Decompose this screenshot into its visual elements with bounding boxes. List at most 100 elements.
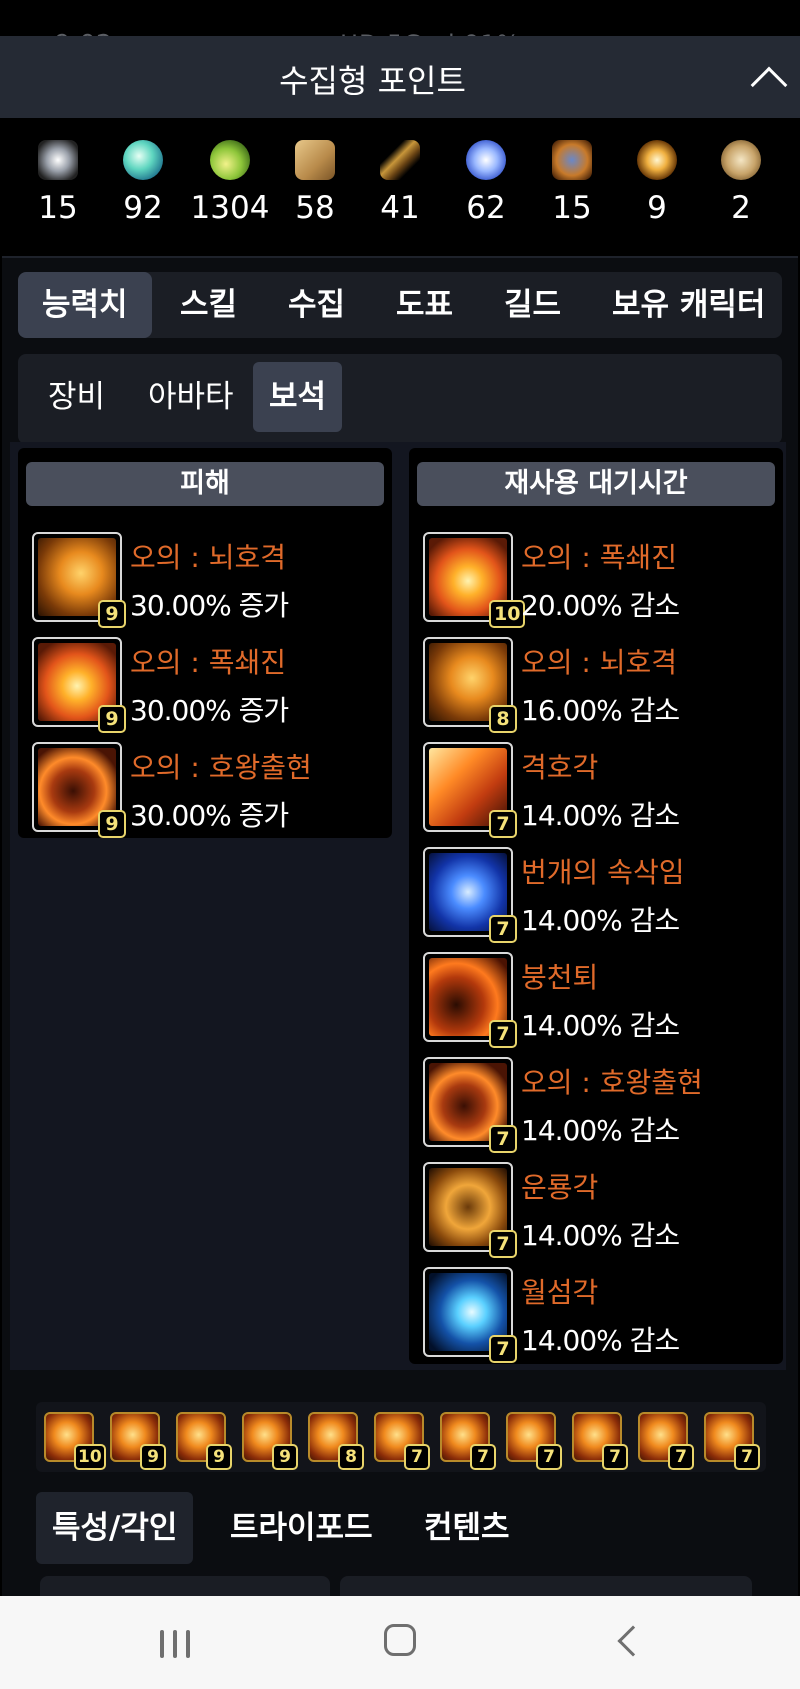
point-mokoko-seed[interactable]: 1304: [187, 140, 273, 226]
point-value: 58: [295, 190, 335, 226]
subtab-avatar[interactable]: 아바타: [148, 362, 234, 432]
gem-effect: 30.00% 증가: [130, 799, 289, 832]
gem-strip: 10 9 9 9 8 7 7 7 7 7 7: [36, 1402, 766, 1472]
strip-gem[interactable]: 9: [110, 1412, 166, 1470]
gem-item[interactable]: 7 격호각 14.00% 감소: [423, 742, 783, 842]
gem-item[interactable]: 7 번개의 속삭임 14.00% 감소: [423, 847, 783, 947]
gem-level-badge: 7: [470, 1444, 496, 1470]
heart-icon: [38, 140, 78, 180]
gem-effect: 20.00% 감소: [521, 589, 680, 622]
subtab-equipment[interactable]: 장비: [48, 362, 105, 432]
gem-item[interactable]: 7 오의 : 호왕출현 14.00% 감소: [423, 1057, 783, 1157]
gem-item[interactable]: 8 오의 : 뇌호격 16.00% 감소: [423, 637, 783, 737]
system-nav-bar: [0, 1596, 800, 1689]
gem-level-badge: 7: [489, 1125, 517, 1153]
strip-gem[interactable]: 7: [638, 1412, 694, 1470]
gem-level-badge: 7: [489, 915, 517, 943]
status-bar: 9:02 HD 5G .ıl 91%▮: [0, 0, 800, 60]
strip-gem[interactable]: 7: [374, 1412, 430, 1470]
point-star[interactable]: 9: [614, 140, 700, 226]
gem-skill-name: 격호각: [521, 751, 599, 784]
gem-level-badge: 7: [602, 1444, 628, 1470]
leaf-icon: [466, 140, 506, 180]
strip-gem[interactable]: 7: [440, 1412, 496, 1470]
gem-item[interactable]: 9 오의 : 폭쇄진 30.00% 증가: [32, 637, 392, 737]
strip-gem[interactable]: 7: [572, 1412, 628, 1470]
point-heart[interactable]: 15: [15, 140, 101, 226]
point-value: 62: [466, 190, 506, 226]
gem-effect: 30.00% 증가: [130, 694, 289, 727]
strip-gem[interactable]: 7: [506, 1412, 562, 1470]
gem-item[interactable]: 7 월섬각 14.00% 감소: [423, 1267, 783, 1367]
strip-gem[interactable]: 9: [242, 1412, 298, 1470]
subtab-gems[interactable]: 보석: [253, 362, 343, 432]
card-stub: [40, 1576, 330, 1596]
tab-collection[interactable]: 수집: [288, 272, 345, 338]
point-map[interactable]: 58: [272, 140, 358, 226]
gem-skill-name: 오의 : 호왕출현: [130, 751, 312, 784]
point-value: 15: [38, 190, 78, 226]
strip-gem[interactable]: 7: [704, 1412, 760, 1470]
tab-contents[interactable]: 컨텐츠: [424, 1492, 510, 1564]
gem-level-badge: 7: [489, 810, 517, 838]
gem-level-badge: 9: [140, 1444, 166, 1470]
tab-chart[interactable]: 도표: [396, 272, 453, 338]
gem-level-badge: 7: [489, 1230, 517, 1258]
back-icon[interactable]: [617, 1625, 649, 1657]
gem-effect: 14.00% 감소: [521, 1114, 680, 1147]
map-scroll-icon: [295, 140, 335, 180]
point-value: 2: [731, 190, 751, 226]
tab-engravings[interactable]: 특성/각인: [36, 1492, 194, 1564]
gem-skill-name: 오의 : 뇌호격: [130, 541, 287, 574]
chevron-up-icon[interactable]: [750, 66, 788, 104]
point-island-orb[interactable]: 92: [100, 140, 186, 226]
telescope-icon: [380, 140, 420, 180]
gem-level-badge: 7: [489, 1020, 517, 1048]
gem-level-badge: 8: [489, 705, 517, 733]
gem-level-badge: 7: [404, 1444, 430, 1470]
point-telescope[interactable]: 41: [357, 140, 443, 226]
gem-level-badge: 9: [98, 600, 126, 628]
strip-gem[interactable]: 8: [308, 1412, 364, 1470]
gem-effect: 14.00% 감소: [521, 1219, 680, 1252]
page-title: 수집형 포인트: [279, 62, 466, 100]
gem-item[interactable]: 9 오의 : 뇌호격 30.00% 증가: [32, 532, 392, 632]
point-value: 9: [647, 190, 667, 226]
collect-points-header[interactable]: 수집형 포인트: [0, 36, 800, 118]
strip-gem[interactable]: 10: [44, 1412, 106, 1470]
gem-item[interactable]: 7 운룡각 14.00% 감소: [423, 1162, 783, 1262]
tab-stats[interactable]: 능력치: [18, 272, 152, 338]
gem-effect: 16.00% 감소: [521, 694, 680, 727]
tab-characters[interactable]: 보유 캐릭터: [612, 272, 765, 338]
point-coin[interactable]: 2: [698, 140, 784, 226]
gem-level-badge: 7: [536, 1444, 562, 1470]
cooldown-header: 재사용 대기시간: [417, 462, 775, 506]
collect-points-row: 15 92 1304 58 41 62 15 9 2: [0, 118, 800, 258]
gem-skill-name: 운룡각: [521, 1171, 599, 1204]
strip-gem[interactable]: 9: [176, 1412, 232, 1470]
gem-item[interactable]: 9 오의 : 호왕출현 30.00% 증가: [32, 742, 392, 842]
tab-guild[interactable]: 길드: [504, 272, 561, 338]
star-icon: [637, 140, 677, 180]
gem-skill-name: 오의 : 호왕출현: [521, 1066, 703, 1099]
point-value: 1304: [190, 190, 270, 226]
bottom-tabs: 특성/각인 트라이포드 컨텐츠: [36, 1492, 766, 1564]
gem-effect: 30.00% 증가: [130, 589, 289, 622]
tab-tripods[interactable]: 트라이포드: [230, 1492, 373, 1564]
gem-skill-name: 월섬각: [521, 1276, 599, 1309]
recent-apps-icon[interactable]: [160, 1630, 192, 1658]
home-icon[interactable]: [384, 1624, 416, 1656]
gem-level-badge: 7: [489, 1335, 517, 1363]
damage-column: 피해 9 오의 : 뇌호격 30.00% 증가 9 오의 : 폭쇄진 30.00…: [18, 448, 392, 838]
gem-level-badge: 9: [206, 1444, 232, 1470]
gem-level-badge: 7: [734, 1444, 760, 1470]
tab-skills[interactable]: 스킬: [180, 272, 237, 338]
gem-item[interactable]: 10 오의 : 폭쇄진 20.00% 감소: [423, 532, 783, 632]
coin-icon: [721, 140, 761, 180]
mokoko-seed-icon: [210, 140, 250, 180]
gem-skill-name: 오의 : 폭쇄진: [521, 541, 678, 574]
point-leaf[interactable]: 62: [443, 140, 529, 226]
point-value: 15: [552, 190, 592, 226]
point-crest[interactable]: 15: [529, 140, 615, 226]
gem-item[interactable]: 7 붕천퇴 14.00% 감소: [423, 952, 783, 1052]
